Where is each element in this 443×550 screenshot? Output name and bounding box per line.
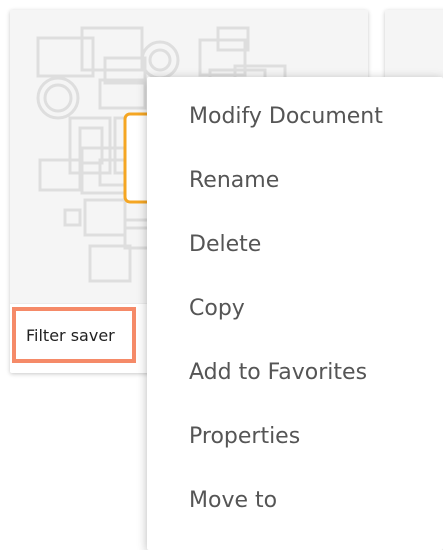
menu-item-copy[interactable]: Copy xyxy=(147,277,443,341)
document-title: Filter saver xyxy=(26,326,115,345)
menu-item-add-to-favorites[interactable]: Add to Favorites xyxy=(147,341,443,405)
menu-item-rename[interactable]: Rename xyxy=(147,149,443,213)
menu-item-properties[interactable]: Properties xyxy=(147,405,443,469)
menu-item-move-to[interactable]: Move to xyxy=(147,469,443,533)
document-title-highlight[interactable]: Filter saver xyxy=(12,307,136,363)
menu-item-modify-document[interactable]: Modify Document xyxy=(147,85,443,149)
menu-item-delete[interactable]: Delete xyxy=(147,213,443,277)
context-menu: Modify Document Rename Delete Copy Add t… xyxy=(147,77,443,550)
